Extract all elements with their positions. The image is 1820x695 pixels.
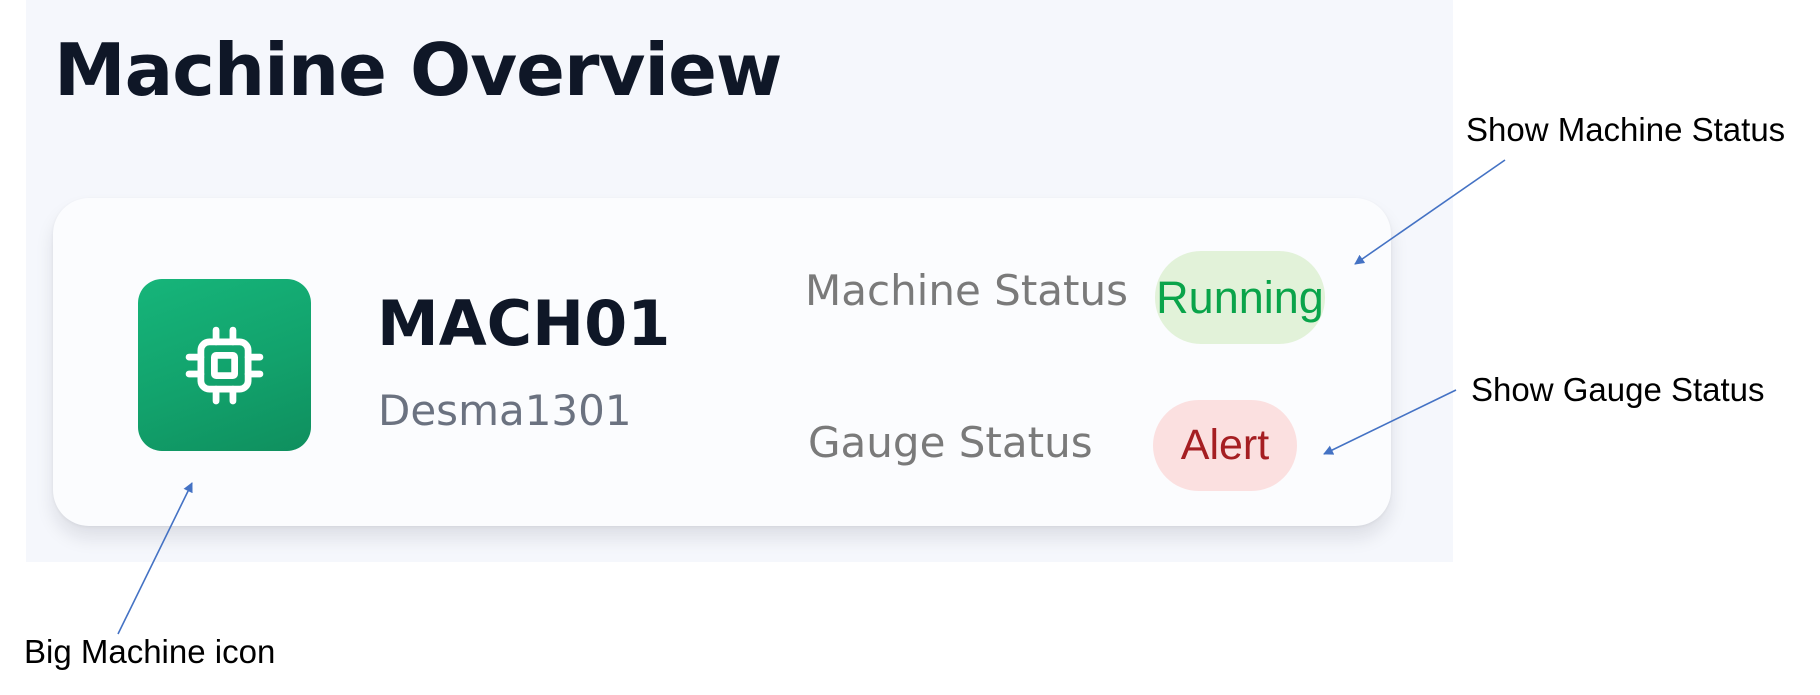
machine-card[interactable]: MACH01 Desma1301 Machine Status Running … xyxy=(53,198,1391,526)
overview-panel: Machine Overview MACH01 Desma1301 Machin… xyxy=(26,0,1453,562)
gauge-status-label: Gauge Status xyxy=(808,418,1093,467)
cpu-chip-icon xyxy=(185,326,264,405)
gauge-status-badge: Alert xyxy=(1153,400,1297,491)
annotation-big-machine-icon: Big Machine icon xyxy=(24,633,276,670)
page-title: Machine Overview xyxy=(54,28,782,112)
annotation-gauge-status: Show Gauge Status xyxy=(1471,371,1765,408)
machine-id: MACH01 xyxy=(377,287,671,360)
machine-model: Desma1301 xyxy=(378,386,632,435)
machine-icon-tile xyxy=(138,279,311,451)
annotation-machine-status: Show Machine Status xyxy=(1466,111,1786,148)
machine-status-label: Machine Status xyxy=(805,266,1128,315)
machine-status-badge: Running xyxy=(1155,251,1325,344)
